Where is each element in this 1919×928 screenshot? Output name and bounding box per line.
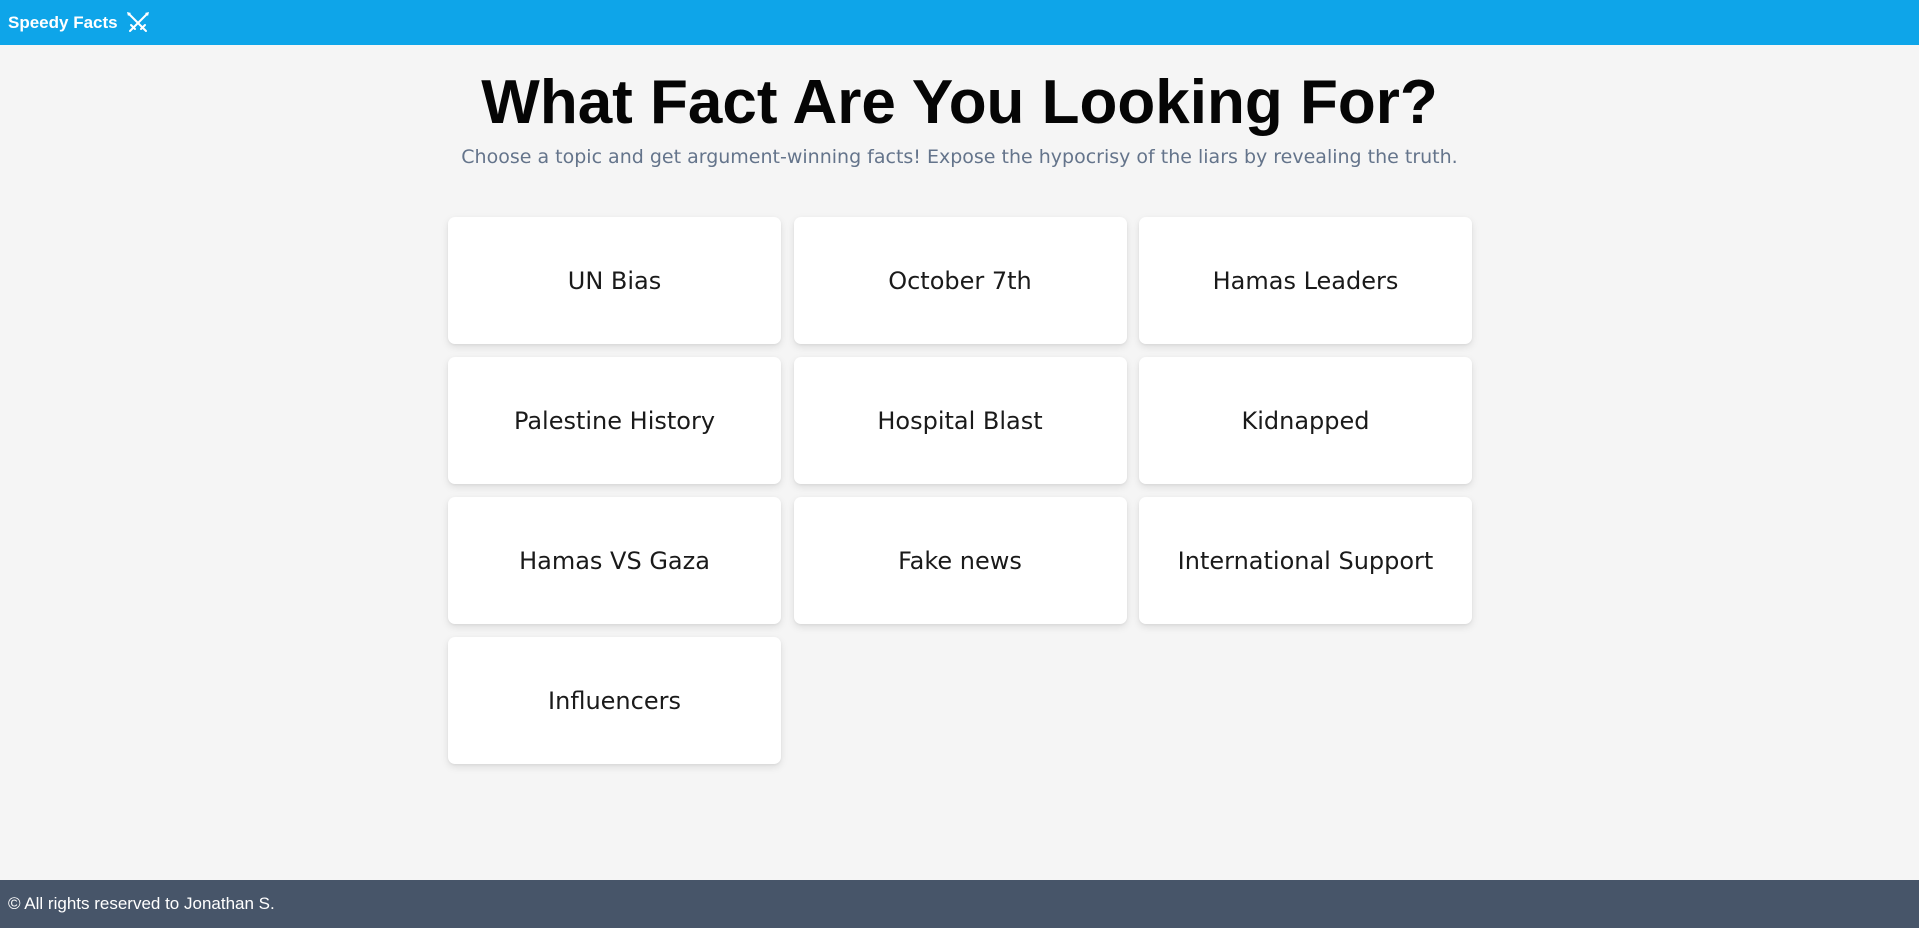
topic-card-fake-news[interactable]: Fake news xyxy=(793,497,1127,624)
topic-grid: UN Bias October 7th Hamas Leaders Palest… xyxy=(448,217,1472,764)
topic-card-label: Hamas VS Gaza xyxy=(519,546,710,575)
topic-card-label: Hospital Blast xyxy=(877,406,1043,435)
topic-card-label: UN Bias xyxy=(567,266,662,295)
hero-section: What Fact Are You Looking For? Choose a … xyxy=(0,64,1919,170)
page-footer: © All rights reserved to Jonathan S. xyxy=(0,880,1919,928)
topic-card-label: Fake news xyxy=(898,546,1022,575)
topic-card-un-bias[interactable]: UN Bias xyxy=(448,217,781,344)
topic-card-label: October 7th xyxy=(888,266,1032,295)
topic-card-international-support[interactable]: International Support xyxy=(1139,497,1472,624)
topic-card-label: Influencers xyxy=(548,686,681,715)
topic-card-influencers[interactable]: Influencers xyxy=(448,637,781,764)
topic-card-kidnapped[interactable]: Kidnapped xyxy=(1139,357,1472,484)
topic-card-hospital-blast[interactable]: Hospital Blast xyxy=(793,357,1127,484)
topic-card-hamas-vs-gaza[interactable]: Hamas VS Gaza xyxy=(448,497,781,624)
topic-card-label: International Support xyxy=(1177,546,1434,575)
topic-card-label: Hamas Leaders xyxy=(1212,266,1399,295)
page-subtitle: Choose a topic and get argument-winning … xyxy=(461,146,1458,168)
brand-name: Speedy Facts xyxy=(8,12,118,32)
topic-card-palestine-history[interactable]: Palestine History xyxy=(448,357,781,484)
topic-card-hamas-leaders[interactable]: Hamas Leaders xyxy=(1139,217,1472,344)
brand-link[interactable]: Speedy Facts xyxy=(8,11,150,35)
page-title: What Fact Are You Looking For? xyxy=(481,68,1438,137)
crossed-swords-icon xyxy=(126,11,150,35)
copyright-text: © All rights reserved to Jonathan S. xyxy=(8,894,275,913)
topic-card-october-7th[interactable]: October 7th xyxy=(793,217,1127,344)
topic-card-label: Palestine History xyxy=(513,406,716,435)
top-navbar: Speedy Facts xyxy=(0,0,1919,45)
topic-card-label: Kidnapped xyxy=(1241,406,1370,435)
